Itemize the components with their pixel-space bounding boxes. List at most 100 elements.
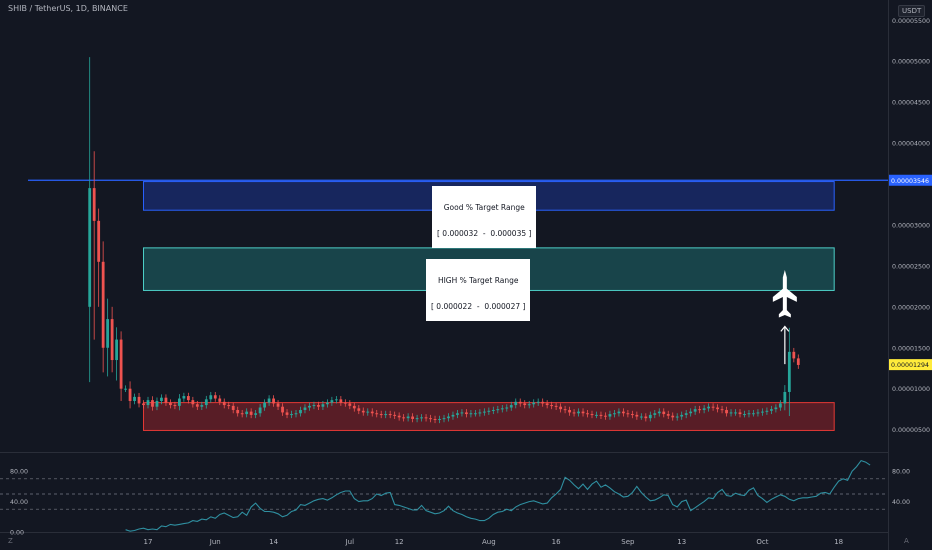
high-target-range-title: HIGH % Target Range xyxy=(437,276,519,285)
candle-body xyxy=(505,407,509,409)
candle-body xyxy=(478,412,482,414)
candle-body xyxy=(680,414,684,417)
candle-body xyxy=(101,261,105,348)
candle-body xyxy=(675,416,679,418)
candle-body xyxy=(796,358,800,365)
candle-body xyxy=(523,403,527,406)
price-axis-label: 0.00003000 xyxy=(892,222,930,229)
candle-body xyxy=(774,407,778,410)
candle-body xyxy=(657,411,661,414)
candle-body xyxy=(200,405,204,407)
candle-body xyxy=(249,411,253,415)
candle-body xyxy=(227,405,231,407)
candle-body xyxy=(514,401,518,406)
candle-body xyxy=(142,403,145,406)
candle-body xyxy=(177,398,181,406)
candle-body xyxy=(613,413,616,415)
candle-body xyxy=(209,395,213,400)
candle-body xyxy=(195,404,199,407)
candle-body xyxy=(666,414,670,416)
price-axis-label: 0.00004500 xyxy=(892,100,930,107)
candle-body xyxy=(317,405,320,407)
candle-body xyxy=(267,398,271,403)
time-axis-label: Jun xyxy=(209,538,221,546)
candle-body xyxy=(460,412,464,414)
candle-body xyxy=(299,409,302,414)
candle-body xyxy=(527,404,531,406)
candle-body xyxy=(124,388,127,390)
time-axis-label: Oct xyxy=(756,538,768,546)
candle-body xyxy=(456,413,459,415)
candle-body xyxy=(559,406,563,410)
candle-body xyxy=(106,319,110,348)
candle-body xyxy=(586,413,589,415)
auto-scale-button[interactable]: A xyxy=(904,537,909,545)
candle-body xyxy=(424,417,428,419)
candle-body xyxy=(761,411,764,413)
candle-body xyxy=(151,400,154,407)
candle-body xyxy=(725,409,728,414)
candle-body xyxy=(97,220,101,262)
candle-body xyxy=(617,411,621,414)
candle-body xyxy=(258,407,262,414)
candle-body xyxy=(281,406,284,413)
candle-body xyxy=(236,409,240,414)
candle-body xyxy=(577,411,580,414)
candle-body xyxy=(312,405,316,407)
candle-body xyxy=(693,409,697,412)
good-target-range-title: Good % Target Range xyxy=(443,203,525,212)
candle-body xyxy=(397,415,401,418)
candle-body xyxy=(626,413,630,415)
price-axis-label: 0.00005500 xyxy=(892,18,930,25)
candle-body xyxy=(500,408,504,410)
candle-body xyxy=(778,403,782,408)
candle-body xyxy=(348,403,352,406)
tradingview-logo-icon[interactable]: Z xyxy=(8,537,13,545)
candle-body xyxy=(541,401,545,404)
candle-body xyxy=(707,406,711,409)
candle-body xyxy=(285,412,289,415)
candle-body xyxy=(684,413,688,415)
candle-body xyxy=(734,412,737,414)
candle-body xyxy=(245,411,249,415)
candle-body xyxy=(550,405,554,407)
candle-body xyxy=(438,418,441,420)
candle-body xyxy=(702,408,706,410)
candle-body xyxy=(182,396,186,399)
candle-body xyxy=(411,416,415,419)
candle-body xyxy=(563,409,567,411)
candle-body xyxy=(343,402,347,404)
candle-body xyxy=(263,402,267,408)
good-target-range-values: [ 0.000032 - 0.000035 ] xyxy=(437,228,532,238)
candle-body xyxy=(384,414,388,416)
candle-body xyxy=(487,410,491,412)
time-axis-label: 18 xyxy=(834,538,843,546)
candle-body xyxy=(509,405,513,408)
candle-body xyxy=(747,413,751,415)
candle-body xyxy=(169,402,172,406)
candle-body xyxy=(406,416,410,419)
candle-body xyxy=(639,416,643,418)
candle-body xyxy=(133,396,136,401)
candle-body xyxy=(119,339,123,389)
candle-body xyxy=(334,399,338,401)
symbol-title[interactable]: SHIB / TetherUS, 1D, BINANCE xyxy=(8,4,128,13)
candle-body xyxy=(366,411,370,413)
candle-body xyxy=(644,416,648,419)
candle-body xyxy=(469,413,473,415)
candle-body xyxy=(160,397,163,401)
candle-body xyxy=(698,409,702,411)
time-axis-label: 17 xyxy=(144,538,153,546)
candle-body xyxy=(536,401,540,403)
currency-unit-label[interactable]: USDT xyxy=(898,5,926,17)
candle-body xyxy=(532,402,536,405)
candle-body xyxy=(482,411,486,413)
candle-body xyxy=(393,414,397,416)
candle-body xyxy=(572,412,576,414)
candle-body xyxy=(473,413,477,415)
candle-body xyxy=(155,400,159,407)
candle-body xyxy=(321,404,325,407)
candle-body xyxy=(272,398,275,404)
candle-body xyxy=(433,418,437,420)
rsi-right-axis-label: 80.00 xyxy=(892,469,910,476)
